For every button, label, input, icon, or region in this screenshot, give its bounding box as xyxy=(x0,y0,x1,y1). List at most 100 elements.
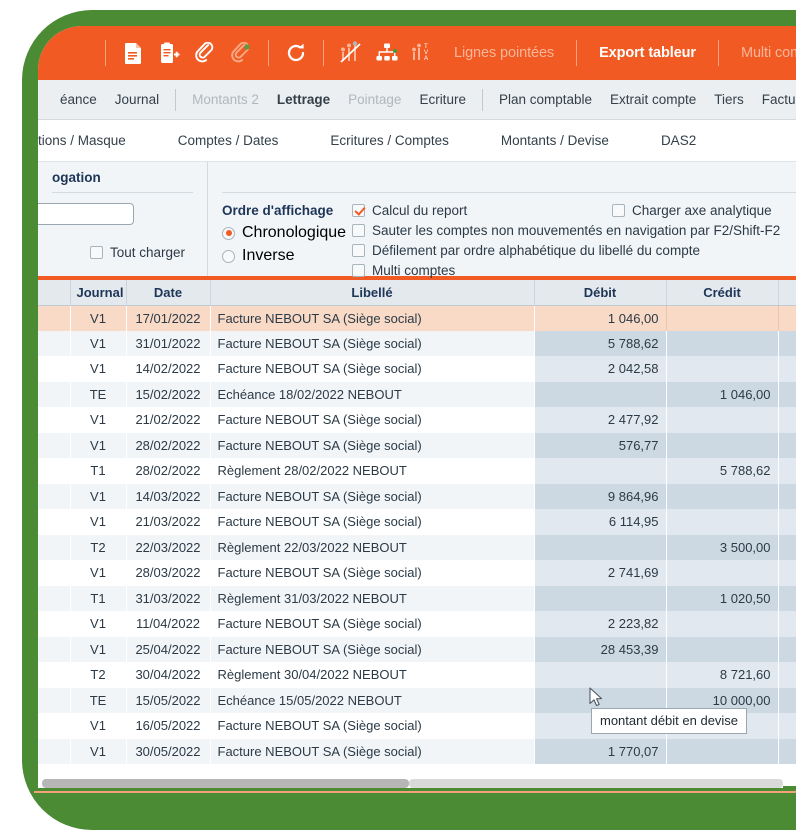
cell-journal[interactable]: T2 xyxy=(70,662,126,688)
horizontal-scrollbar[interactable] xyxy=(38,779,783,788)
hierarchy-icon[interactable] xyxy=(372,38,402,68)
table-row[interactable]: T131/03/2022Règlement 31/03/2022 NEBOUT1… xyxy=(38,586,796,612)
cell-credit[interactable] xyxy=(666,484,778,510)
cell-credit[interactable] xyxy=(666,560,778,586)
cell-date[interactable]: 28/03/2022 xyxy=(126,560,210,586)
cell-libelle[interactable]: Echéance 15/05/2022 NEBOUT xyxy=(210,688,534,714)
cell-credit[interactable] xyxy=(666,305,778,331)
cell-date[interactable]: 25/04/2022 xyxy=(126,637,210,663)
cell-libelle[interactable]: Facture NEBOUT SA (Siège social) xyxy=(210,611,534,637)
cell-credit[interactable] xyxy=(666,509,778,535)
cell-debit[interactable] xyxy=(534,535,666,561)
cell-debit[interactable]: 5 788,62 xyxy=(534,331,666,357)
cell-debit[interactable]: 2 042,58 xyxy=(534,356,666,382)
cell-debit[interactable]: 1 046,00 xyxy=(534,305,666,331)
cell-debit[interactable]: 1 770,07 xyxy=(534,739,666,765)
cell-credit[interactable] xyxy=(666,739,778,765)
col-header-date[interactable]: Date xyxy=(126,280,210,305)
scrollbar-track[interactable] xyxy=(409,779,783,788)
analytic-strike-icon[interactable] xyxy=(336,38,366,68)
cell-credit[interactable]: 1 020,50 xyxy=(666,586,778,612)
search-input[interactable] xyxy=(38,203,134,225)
multi-comptes-checkbox[interactable] xyxy=(352,264,365,277)
col-header-libelle[interactable]: Libellé xyxy=(210,280,534,305)
defilement-alphabetique-checkbox[interactable] xyxy=(352,244,365,257)
multi-comptes-row[interactable]: Multi comptes xyxy=(352,263,796,278)
subtab-options-masque[interactable]: tions / Masque xyxy=(38,133,152,148)
cell-libelle[interactable]: Facture NEBOUT SA (Siège social) xyxy=(210,713,534,739)
table-row[interactable]: V121/02/2022Facture NEBOUT SA (Siège soc… xyxy=(38,407,796,433)
cell-credit[interactable] xyxy=(666,637,778,663)
tout-charger-checkbox[interactable] xyxy=(90,246,103,259)
cell-credit[interactable] xyxy=(666,331,778,357)
tab-plan-comptable[interactable]: Plan comptable xyxy=(490,92,601,107)
cell-date[interactable]: 16/05/2022 xyxy=(126,713,210,739)
table-row[interactable]: T230/04/2022Règlement 30/04/2022 NEBOUT8… xyxy=(38,662,796,688)
radio-chronologique-row[interactable]: Chronologique xyxy=(222,224,352,242)
cell-journal[interactable]: V1 xyxy=(70,331,126,357)
col-header-debit[interactable]: Débit xyxy=(534,280,666,305)
cell-date[interactable]: 28/02/2022 xyxy=(126,458,210,484)
charger-axe-analytique-row[interactable]: Charger axe analytique xyxy=(612,203,772,218)
cell-date[interactable]: 21/02/2022 xyxy=(126,407,210,433)
cell-debit[interactable] xyxy=(534,382,666,408)
cell-debit[interactable]: 2 741,69 xyxy=(534,560,666,586)
table-row[interactable]: T222/03/2022Règlement 22/03/2022 NEBOUT 3… xyxy=(38,535,796,561)
table-row[interactable]: V114/03/2022Facture NEBOUT SA (Siège soc… xyxy=(38,484,796,510)
cell-journal[interactable]: V1 xyxy=(70,407,126,433)
cell-debit[interactable]: 6 114,95 xyxy=(534,509,666,535)
tab-echeance[interactable]: éance xyxy=(38,92,106,107)
tab-tiers[interactable]: Tiers xyxy=(705,92,753,107)
cell-journal[interactable]: V1 xyxy=(70,560,126,586)
cell-date[interactable]: 28/02/2022 xyxy=(126,433,210,459)
cell-credit[interactable]: 3 500,00 xyxy=(666,535,778,561)
cell-date[interactable]: 22/03/2022 xyxy=(126,535,210,561)
tab-facture[interactable]: Facture xyxy=(753,92,796,107)
paperclip-badge-icon[interactable] xyxy=(226,38,256,68)
entries-grid[interactable]: Journal Date Libellé Débit Crédit V117/0… xyxy=(38,280,796,764)
refresh-icon[interactable] xyxy=(281,38,311,68)
table-row[interactable]: V111/04/2022Facture NEBOUT SA (Siège soc… xyxy=(38,611,796,637)
col-header-credit[interactable]: Crédit xyxy=(666,280,778,305)
table-row[interactable]: V121/03/2022Facture NEBOUT SA (Siège soc… xyxy=(38,509,796,535)
cell-libelle[interactable]: Règlement 22/03/2022 NEBOUT xyxy=(210,535,534,561)
cell-credit[interactable]: 1 046,00 xyxy=(666,382,778,408)
cell-journal[interactable]: TE xyxy=(70,688,126,714)
cell-journal[interactable]: V1 xyxy=(70,713,126,739)
lignes-pointees-button[interactable]: Lignes pointées xyxy=(441,45,567,61)
table-row[interactable]: V128/02/2022Facture NEBOUT SA (Siège soc… xyxy=(38,433,796,459)
paperclip-icon[interactable] xyxy=(190,38,220,68)
cell-journal[interactable]: V1 xyxy=(70,739,126,765)
cell-journal[interactable]: V1 xyxy=(70,484,126,510)
cell-libelle[interactable]: Facture NEBOUT SA (Siège social) xyxy=(210,560,534,586)
cell-date[interactable]: 15/02/2022 xyxy=(126,382,210,408)
tva-icon[interactable]: T V A xyxy=(408,38,438,68)
cell-journal[interactable]: T1 xyxy=(70,586,126,612)
cell-date[interactable]: 21/03/2022 xyxy=(126,509,210,535)
table-row[interactable]: V117/01/2022Facture NEBOUT SA (Siège soc… xyxy=(38,305,796,331)
cell-credit[interactable] xyxy=(666,407,778,433)
table-row[interactable]: V128/03/2022Facture NEBOUT SA (Siège soc… xyxy=(38,560,796,586)
cell-libelle[interactable]: Echéance 18/02/2022 NEBOUT xyxy=(210,382,534,408)
tab-ecriture[interactable]: Ecriture xyxy=(410,92,475,107)
cell-debit[interactable]: 28 453,39 xyxy=(534,637,666,663)
cell-libelle[interactable]: Facture NEBOUT SA (Siège social) xyxy=(210,305,534,331)
subtab-comptes-dates[interactable]: Comptes / Dates xyxy=(152,133,305,148)
cell-libelle[interactable]: Facture NEBOUT SA (Siège social) xyxy=(210,407,534,433)
cell-journal[interactable]: V1 xyxy=(70,356,126,382)
cell-date[interactable]: 11/04/2022 xyxy=(126,611,210,637)
cell-date[interactable]: 30/04/2022 xyxy=(126,662,210,688)
cell-journal[interactable]: T1 xyxy=(70,458,126,484)
cell-date[interactable]: 14/03/2022 xyxy=(126,484,210,510)
table-row[interactable]: V130/05/2022Facture NEBOUT SA (Siège soc… xyxy=(38,739,796,765)
tout-charger-checkbox-row[interactable]: Tout charger xyxy=(90,245,185,260)
cell-date[interactable]: 30/05/2022 xyxy=(126,739,210,765)
cell-date[interactable]: 15/05/2022 xyxy=(126,688,210,714)
table-row[interactable]: V131/01/2022Facture NEBOUT SA (Siège soc… xyxy=(38,331,796,357)
cell-libelle[interactable]: Règlement 30/04/2022 NEBOUT xyxy=(210,662,534,688)
new-document-plus-icon[interactable] xyxy=(154,38,184,68)
cell-journal[interactable]: T2 xyxy=(70,535,126,561)
calcul-report-checkbox[interactable] xyxy=(352,204,365,217)
cell-libelle[interactable]: Facture NEBOUT SA (Siège social) xyxy=(210,433,534,459)
cell-journal[interactable]: TE xyxy=(70,382,126,408)
